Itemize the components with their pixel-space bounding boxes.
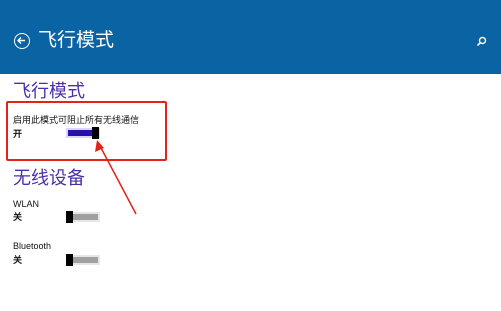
annotation-arrow-icon — [95, 140, 137, 215]
